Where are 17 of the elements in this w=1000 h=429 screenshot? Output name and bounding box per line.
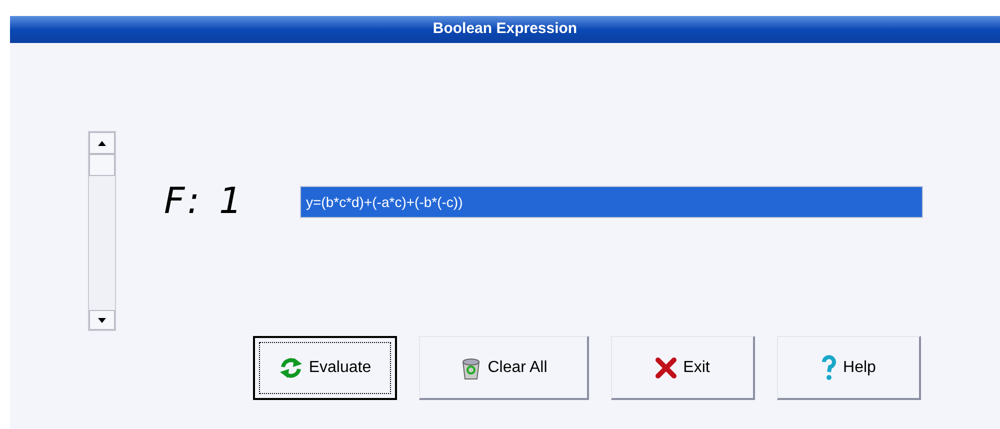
- expression-field[interactable]: y=(b*c*d)+(-a*c)+(-b*(-c)): [300, 186, 923, 218]
- function-label: F: 1: [164, 184, 247, 220]
- scroll-down-button[interactable]: [89, 310, 115, 330]
- dialog-button[interactable]: Clear All: [419, 336, 589, 400]
- trash-can-icon: [460, 356, 482, 380]
- dialog-button[interactable]: Evaluate: [253, 336, 397, 400]
- dialog-button[interactable]: Exit: [611, 336, 755, 400]
- down-arrow-icon: [98, 318, 106, 322]
- window-title: Boolean Expression: [10, 16, 1000, 43]
- scroll-up-button[interactable]: [89, 132, 115, 154]
- up-arrow-icon: [98, 140, 106, 146]
- help-icon: [821, 354, 838, 380]
- scroll-thumb[interactable]: [89, 154, 115, 176]
- dialog-button[interactable]: Help: [777, 336, 921, 400]
- scrollbar[interactable]: [88, 131, 116, 331]
- close-icon: [655, 356, 678, 378]
- refresh-icon: [278, 357, 303, 379]
